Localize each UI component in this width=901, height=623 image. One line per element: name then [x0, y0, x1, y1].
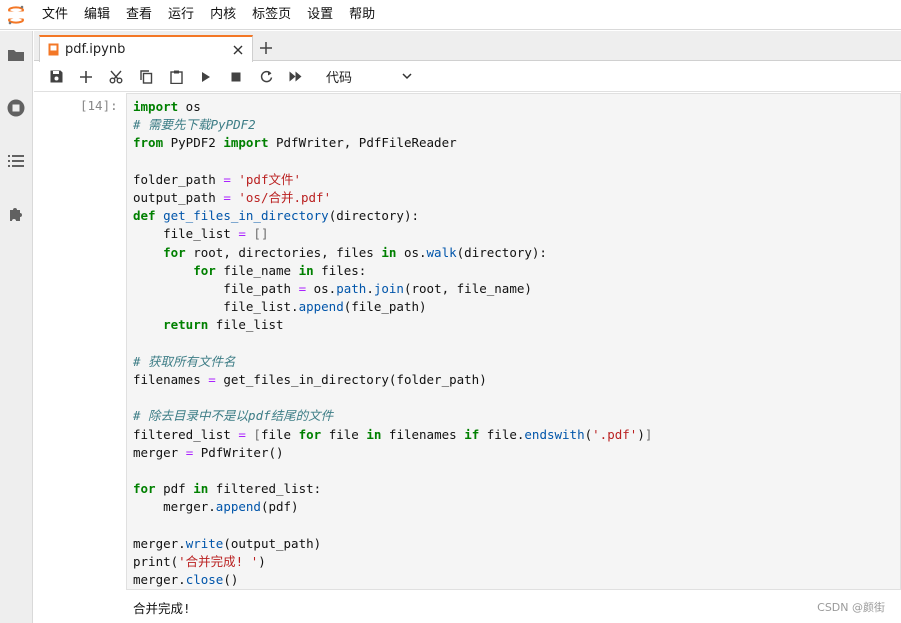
code-line: ​	[133, 335, 652, 353]
cell-output: 合并完成!	[133, 601, 191, 616]
code-line: for pdf in filtered_list:	[133, 481, 322, 497]
notebook-toolbar: 代码	[34, 62, 901, 92]
chevron-down-icon	[402, 73, 412, 80]
menu-file[interactable]: 文件	[32, 0, 76, 30]
code-line: merger.write(output_path)	[133, 535, 322, 551]
add-tab-icon[interactable]	[254, 36, 278, 60]
menu-run[interactable]: 运行	[160, 0, 202, 30]
jupyter-logo-icon[interactable]	[0, 0, 32, 30]
run-icon[interactable]	[194, 65, 218, 89]
menu-bar: 文件 编辑 查看 运行 内核 标签页 设置 帮助	[0, 0, 901, 30]
notebook-icon	[48, 43, 59, 56]
restart-icon[interactable]	[254, 65, 278, 89]
main-area: pdf.ipynb 代码 [14]: import os # 需要先下载PyPD…	[34, 31, 901, 623]
code-line: ​	[133, 389, 652, 407]
code-line: merger.append(pdf)	[133, 499, 299, 515]
code-line: print('合并完成! ')	[133, 554, 266, 570]
code-block: import os # 需要先下载PyPDF2 from PyPDF2 import…	[133, 98, 652, 589]
cell-prompt: [14]:	[80, 98, 118, 113]
fast-forward-icon[interactable]	[284, 65, 308, 89]
code-line: for file_name in files:	[193, 262, 367, 278]
code-line: file_list.append(file_path)	[133, 299, 427, 315]
watermark: CSDN @颜街	[817, 601, 885, 614]
code-line: import os	[133, 99, 201, 114]
copy-icon[interactable]	[134, 65, 158, 89]
code-line: filtered_list = [file for file in filena…	[133, 426, 653, 442]
code-cell-editor[interactable]: import os # 需要先下载PyPDF2 from PyPDF2 import…	[126, 93, 901, 590]
tab-notebook[interactable]: pdf.ipynb	[39, 35, 253, 62]
code-line: merger.close()	[133, 572, 239, 588]
code-line: # 获取所有文件名	[133, 353, 236, 369]
menu-settings[interactable]: 设置	[299, 0, 341, 30]
code-line: output_path = 'os/合并.pdf'	[133, 190, 332, 206]
menu-tabs[interactable]: 标签页	[244, 0, 299, 30]
code-line: file_list = []	[133, 226, 269, 242]
cell-type-label: 代码	[326, 71, 353, 86]
code-line: ​	[133, 462, 652, 480]
menu-help[interactable]: 帮助	[341, 0, 383, 30]
close-icon[interactable]	[230, 42, 246, 58]
save-icon[interactable]	[44, 65, 68, 89]
tab-title: pdf.ipynb	[65, 42, 126, 57]
code-line: return file_list	[163, 317, 284, 333]
menu-kernel[interactable]: 内核	[202, 0, 244, 30]
table-of-contents-icon[interactable]	[4, 149, 28, 173]
cut-icon[interactable]	[104, 65, 128, 89]
paste-icon[interactable]	[164, 65, 188, 89]
code-line: from PyPDF2 import PdfWriter, PdfFileRea…	[133, 135, 457, 151]
running-kernels-icon[interactable]	[4, 96, 28, 120]
tab-bar: pdf.ipynb	[34, 31, 901, 62]
code-line: for root, directories, files in os.walk(…	[163, 244, 547, 260]
extension-puzzle-icon[interactable]	[4, 202, 28, 226]
menu-view[interactable]: 查看	[118, 0, 160, 30]
left-sidebar	[0, 31, 33, 623]
add-cell-icon[interactable]	[74, 65, 98, 89]
code-line: file_path = os.path.join(root, file_name…	[133, 281, 532, 297]
code-line: merger = PdfWriter()	[133, 444, 284, 460]
code-line: # 除去目录中不是以pdf结尾的文件	[133, 408, 334, 424]
code-line: folder_path = 'pdf文件'	[133, 171, 302, 187]
code-line: # 需要先下载PyPDF2	[133, 117, 256, 133]
code-line: filenames = get_files_in_directory(folde…	[133, 372, 487, 388]
menu-edit[interactable]: 编辑	[76, 0, 118, 30]
code-line: ​	[133, 153, 652, 171]
code-line: ​	[133, 517, 652, 535]
stop-icon[interactable]	[224, 65, 248, 89]
folder-icon[interactable]	[4, 43, 28, 67]
code-line: def get_files_in_directory(directory):	[133, 208, 419, 224]
notebook-panel: [14]: import os # 需要先下载PyPDF2 from PyPDF2 …	[34, 93, 901, 623]
cell-type-select[interactable]: 代码	[326, 66, 416, 88]
